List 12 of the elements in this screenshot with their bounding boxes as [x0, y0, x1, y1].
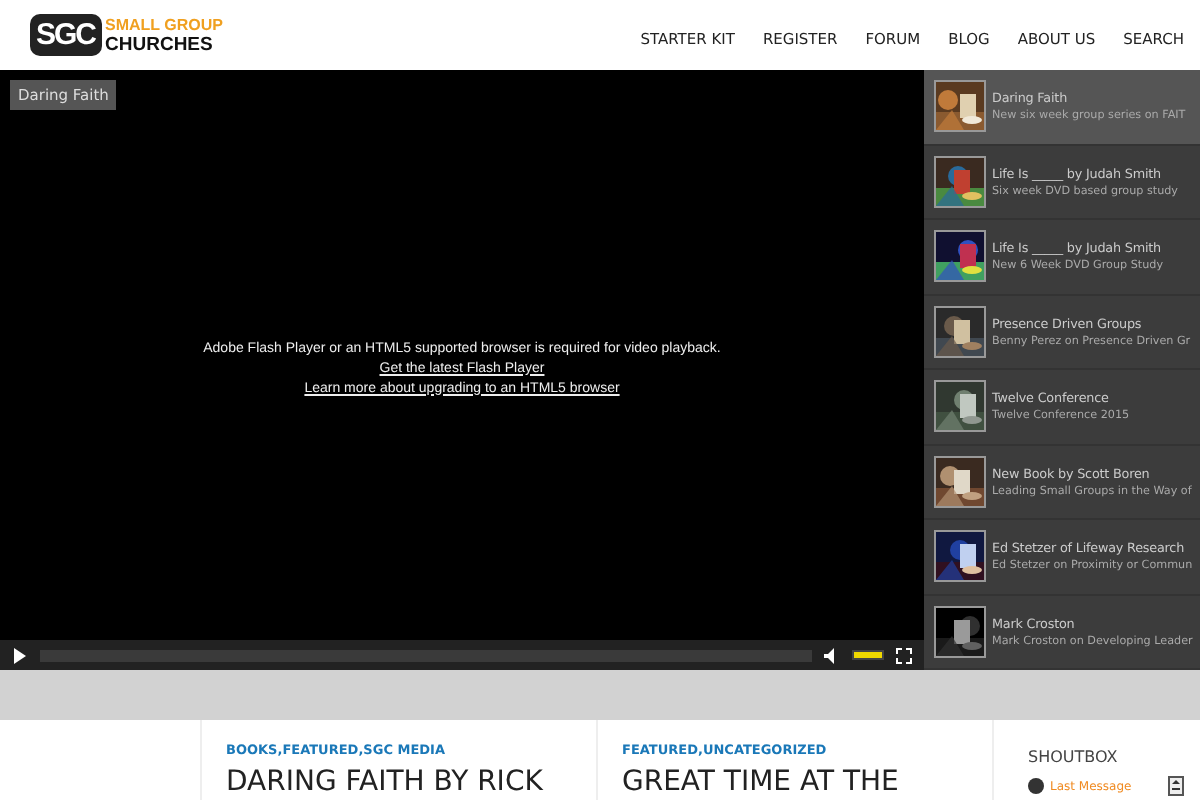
bullet-icon [1028, 778, 1044, 794]
post-title[interactable]: GREAT TIME AT THE [622, 766, 992, 798]
post-title[interactable]: DARING FAITH BY RICK [226, 766, 596, 798]
fullscreen-icon[interactable] [896, 647, 912, 663]
logo-tagline: SMALL GROUP [105, 15, 223, 33]
logo-name: CHURCHES [105, 33, 215, 55]
shoutbox-heading: SHOUTBOX [1028, 748, 1120, 766]
logo-mark[interactable]: SGC [30, 14, 102, 56]
progress-track[interactable] [40, 649, 812, 661]
volume-icon[interactable] [824, 647, 840, 663]
play-icon[interactable] [12, 647, 28, 663]
scroll-icon[interactable] [1168, 776, 1184, 796]
